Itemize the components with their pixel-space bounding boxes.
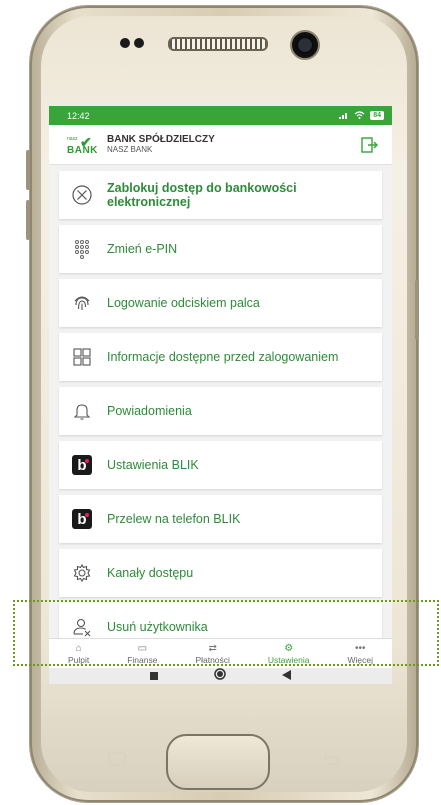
phone-speaker	[168, 37, 268, 51]
menu-item-change-epin[interactable]: Zmień e-PIN	[59, 225, 382, 273]
grid-icon	[71, 346, 93, 368]
menu-item-label: Zmień e-PIN	[107, 242, 178, 256]
fingerprint-icon	[71, 292, 93, 314]
phone-side-button-left-2	[26, 200, 30, 240]
settings-menu: Zablokuj dostęp do bankowości elektronic…	[49, 165, 392, 651]
logout-icon[interactable]	[360, 136, 378, 154]
back-softkey-icon	[322, 752, 340, 766]
bank-name: BANK SPÓŁDZIELCZY	[107, 133, 215, 145]
menu-item-blik-phone-transfer[interactable]: b Przelew na telefon BLIK	[59, 495, 382, 543]
menu-item-label: Kanały dostępu	[107, 566, 194, 580]
app-header: nasz ✔ BANK BANK SPÓŁDZIELCZY NASZ BANK	[49, 125, 392, 165]
menu-item-access-channels[interactable]: Kanały dostępu	[59, 549, 382, 597]
menu-item-blik-settings[interactable]: b Ustawienia BLIK	[59, 441, 382, 489]
phone-sensors	[120, 36, 150, 50]
back-triangle-icon[interactable]	[282, 667, 291, 684]
home-circle-icon[interactable]	[214, 667, 226, 684]
physical-home-button[interactable]	[166, 734, 270, 790]
menu-item-label: Zablokuj dostęp do bankowości elektronic…	[107, 181, 297, 209]
blik-icon: b	[72, 455, 92, 475]
menu-item-label: Logowanie odciskiem palca	[107, 296, 260, 310]
blik-icon: b	[72, 509, 92, 529]
menu-item-pre-login-info[interactable]: Informacje dostępne przed zalogowaniem	[59, 333, 382, 381]
highlight-remove-user	[13, 600, 439, 666]
bank-logo: nasz ✔ BANK	[67, 133, 98, 156]
menu-item-label: Przelew na telefon BLIK	[107, 512, 241, 526]
phone-power-button	[415, 280, 419, 340]
menu-item-fingerprint-login[interactable]: Logowanie odciskiem palca	[59, 279, 382, 327]
menu-item-label: Powiadomienia	[107, 404, 192, 418]
front-camera	[290, 30, 320, 60]
gear-icon	[71, 562, 93, 584]
bank-subtitle: NASZ BANK	[107, 144, 153, 154]
menu-item-notifications[interactable]: Powiadomienia	[59, 387, 382, 435]
block-circle-icon	[71, 184, 93, 206]
bell-icon	[71, 400, 93, 422]
phone-side-button-left	[26, 150, 30, 190]
battery-icon: 84	[370, 111, 384, 120]
recent-apps-icon[interactable]	[150, 667, 158, 684]
keypad-icon	[71, 238, 93, 260]
wifi-icon	[354, 110, 365, 121]
status-time: 12:42	[67, 110, 90, 121]
menu-item-label: Ustawienia BLIK	[107, 458, 199, 472]
menu-item-block-access[interactable]: Zablokuj dostęp do bankowości elektronic…	[59, 171, 382, 219]
app-screen: 12:42 84 nasz ✔ BANK BANK SPÓŁDZIELCZY N…	[49, 106, 392, 684]
signal-icon	[339, 111, 349, 121]
menu-item-label: Informacje dostępne przed zalogowaniem	[107, 350, 339, 364]
recent-softkey-icon	[108, 752, 126, 766]
status-bar: 12:42 84	[49, 106, 392, 125]
android-nav-bar	[49, 668, 392, 684]
